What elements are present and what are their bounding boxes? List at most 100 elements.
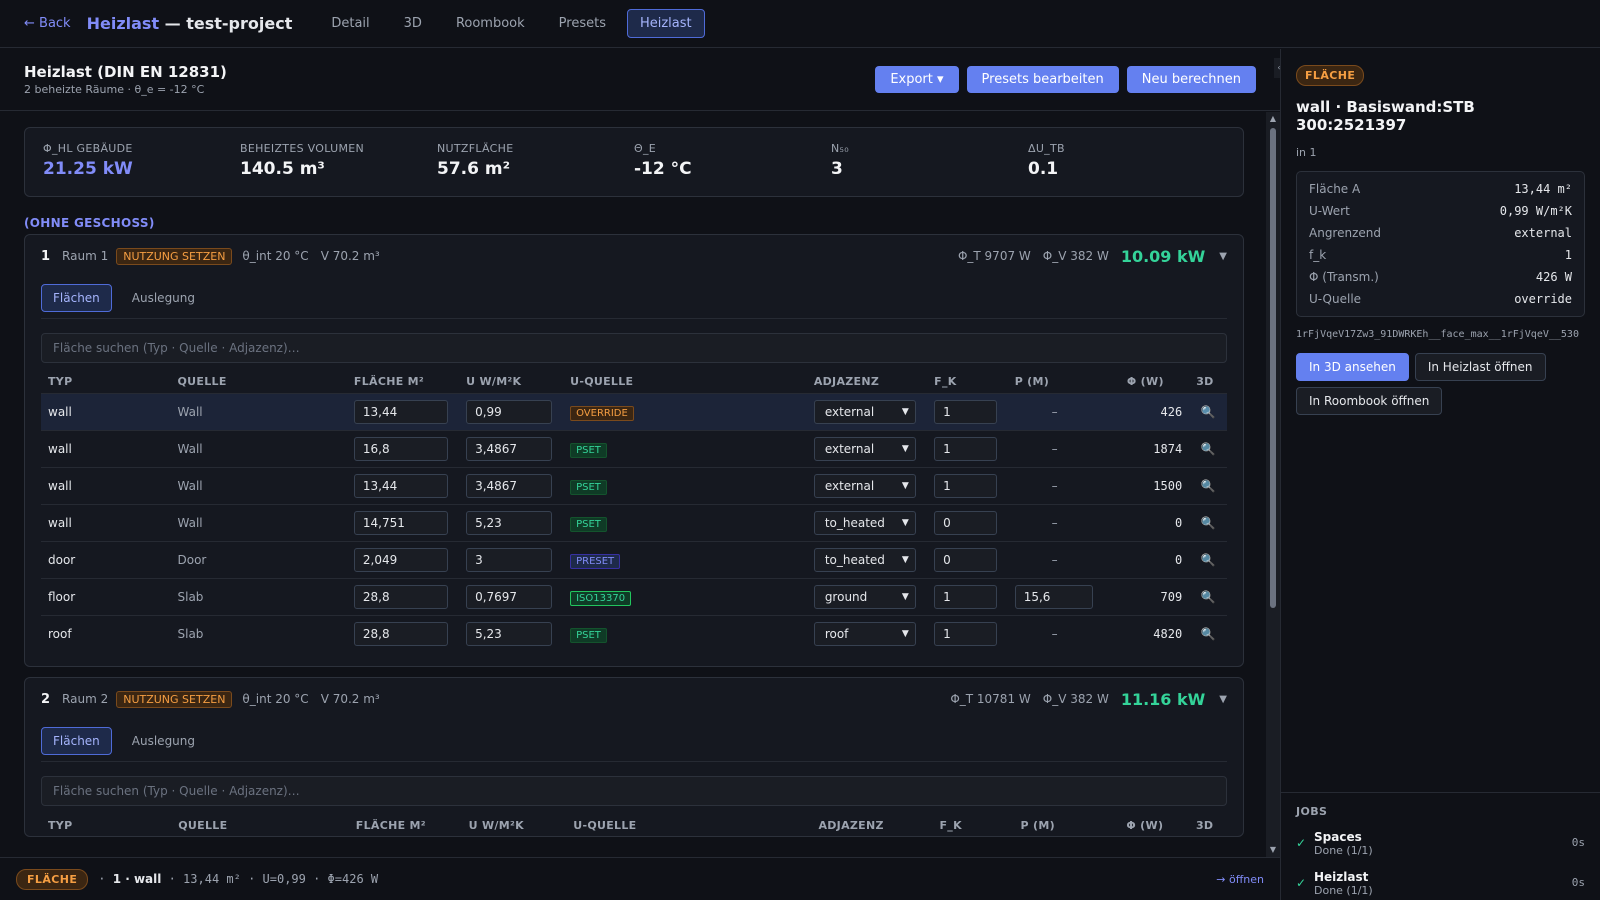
content-scroll[interactable]: Φ_HL GEBÄUDE 21.25 kW BEHEIZTES VOLUMEN 14…: [0, 112, 1268, 857]
area-input[interactable]: 13,44: [353, 473, 448, 498]
u-value-input[interactable]: 5,23: [466, 510, 553, 535]
perimeter-input[interactable]: 15,6: [1014, 584, 1093, 609]
table-row[interactable]: door Door 2,049 3 PRESET to_heated ▼ 0–0 🔍: [41, 540, 1227, 578]
tab-detail[interactable]: Detail: [318, 9, 382, 38]
tab-flaechen[interactable]: Flächen: [41, 726, 112, 755]
search-icon[interactable]: 🔍: [1189, 429, 1227, 467]
adjacency-select[interactable]: external ▼: [813, 473, 916, 498]
fk-input[interactable]: 1: [934, 473, 998, 498]
cell-adjazenz: external ▼: [806, 466, 928, 504]
room-header[interactable]: 2 Raum 2 NUTZUNG SETZEN θ_int 20 °C V 70…: [41, 678, 1227, 720]
room-tabs: Flächen Auslegung: [41, 720, 1227, 762]
tab-heizlast[interactable]: Heizlast: [626, 9, 705, 38]
table-row[interactable]: floor Slab 28,8 0,7697 ISO13370 ground ▼ 1 15,6 7…: [41, 577, 1227, 615]
search-icon[interactable]: 🔍: [1189, 466, 1227, 504]
cell-u: 3: [459, 540, 564, 578]
u-value-input[interactable]: 3,4867: [466, 473, 553, 498]
cell-fk: 1: [927, 429, 1008, 467]
area-input[interactable]: 28,8: [353, 621, 448, 646]
surface-search-input[interactable]: Fläche suchen (Typ · Quelle · Adjazenz)…: [41, 333, 1227, 363]
adjacency-select[interactable]: external ▼: [813, 399, 916, 424]
check-icon: ✓: [1296, 876, 1307, 890]
room-volume: V 70.2 m³: [320, 249, 380, 263]
tab-flaechen[interactable]: Flächen: [41, 283, 112, 312]
room-theta: θ_int 20 °C: [242, 692, 309, 706]
set-usage-badge[interactable]: NUTZUNG SETZEN: [116, 690, 233, 708]
stat-theta-e: Θ_E -12 °C: [634, 142, 831, 182]
fk-input[interactable]: 1: [934, 436, 998, 461]
search-icon[interactable]: 🔍: [1189, 503, 1227, 541]
surface-search-input[interactable]: Fläche suchen (Typ · Quelle · Adjazenz)…: [41, 776, 1227, 806]
table-row[interactable]: roof Slab 28,8 5,23 PSET roof ▼ 1–4820 🔍: [41, 614, 1227, 652]
room-header[interactable]: 1 Raum 1 NUTZUNG SETZEN θ_int 20 °C V 70…: [41, 235, 1227, 277]
area-input[interactable]: 2,049: [353, 547, 448, 572]
search-icon[interactable]: 🔍: [1189, 392, 1227, 430]
search-icon[interactable]: 🔍: [1189, 614, 1227, 652]
chevron-down-icon[interactable]: ▼: [1219, 251, 1227, 262]
u-value-input[interactable]: 3,4867: [466, 436, 553, 461]
set-usage-badge[interactable]: NUTZUNG SETZEN: [116, 247, 233, 265]
fk-input[interactable]: 1: [934, 584, 998, 609]
col-typ: TYP: [48, 375, 73, 389]
edit-presets-button[interactable]: Presets bearbeiten: [966, 66, 1119, 93]
table-row[interactable]: wall Wall 13,44 3,4867 PSET external ▼ 1–1500 🔍: [41, 466, 1227, 504]
open-in-roombook-button[interactable]: In Roombook öffnen: [1296, 387, 1443, 415]
area-input[interactable]: 14,751: [353, 510, 448, 535]
fk-input[interactable]: 1: [934, 399, 998, 424]
status-open-link[interactable]: → öffnen: [1216, 873, 1264, 886]
adjacency-select[interactable]: to_heated ▼: [813, 510, 916, 535]
tab-roombook[interactable]: Roombook: [443, 9, 538, 38]
table-row[interactable]: wall Wall 16,8 3,4867 PSET external ▼ 1–1874 🔍: [41, 429, 1227, 467]
job-name: Heizlast: [1314, 869, 1369, 884]
search-icon[interactable]: 🔍: [1189, 540, 1227, 578]
fk-input[interactable]: 0: [934, 510, 998, 535]
u-source-badge: PSET: [570, 442, 607, 458]
prop-value: 0,99 W/m²K: [1499, 204, 1572, 218]
u-value-input[interactable]: 0,99: [466, 399, 553, 424]
cell-phi: 4820: [1101, 614, 1190, 652]
adjacency-select[interactable]: roof ▼: [813, 621, 916, 646]
scroll-up-icon[interactable]: ▲: [1269, 115, 1277, 123]
fk-input[interactable]: 1: [934, 621, 998, 646]
adjacency-select[interactable]: ground ▼: [813, 584, 916, 609]
table-header-row: TYP QUELLE FLÄCHE M² U W/M²K U-QUELLE AD…: [41, 814, 1227, 836]
adjacency-select[interactable]: to_heated ▼: [813, 547, 916, 572]
stat-value: 0.1: [1028, 159, 1059, 179]
stat-value: 140.5 m³: [240, 159, 325, 179]
stat-label: ΔU_TB: [1028, 142, 1065, 155]
view-in-3d-button[interactable]: In 3D ansehen: [1296, 353, 1409, 381]
tab-auslegung[interactable]: Auslegung: [120, 284, 207, 312]
vertical-scrollbar[interactable]: ▲ ▼: [1266, 112, 1280, 857]
scroll-down-icon[interactable]: ▼: [1269, 846, 1277, 854]
status-detail: · 13,44 m² · U=0,99 · Φ=426 W: [161, 872, 379, 886]
prop-row: Φ (Transm.) 426 W: [1309, 266, 1572, 288]
u-value-input[interactable]: 3: [466, 547, 553, 572]
job-item: ✓ Spaces Done (1/1) 0s: [1296, 828, 1585, 858]
adjacency-select[interactable]: external ▼: [813, 436, 916, 461]
u-value-input[interactable]: 5,23: [466, 621, 553, 646]
back-link[interactable]: ← Back: [24, 16, 71, 31]
cell-p: –: [1007, 466, 1102, 504]
area-input[interactable]: 28,8: [353, 584, 448, 609]
col-u-quelle: U-QUELLE: [573, 818, 637, 832]
room-phi-t: Φ_T 9707 W: [957, 249, 1031, 263]
chevron-down-icon[interactable]: ▼: [1219, 694, 1227, 705]
fk-input[interactable]: 0: [934, 547, 998, 572]
recalculate-button[interactable]: Neu berechnen: [1126, 66, 1256, 93]
scrollbar-thumb[interactable]: [1270, 128, 1276, 608]
cell-flaeche: 28,8: [346, 577, 460, 615]
tab-auslegung[interactable]: Auslegung: [120, 727, 207, 755]
u-value-input[interactable]: 0,7697: [466, 584, 553, 609]
export-button[interactable]: Export ▾: [875, 66, 959, 93]
area-input[interactable]: 16,8: [353, 436, 448, 461]
table-row[interactable]: wall Wall 14,751 5,23 PSET to_heated ▼ 0–0 🔍: [41, 503, 1227, 541]
area-input[interactable]: 13,44: [353, 399, 448, 424]
search-icon[interactable]: 🔍: [1189, 577, 1227, 615]
open-in-heizlast-button[interactable]: In Heizlast öffnen: [1414, 353, 1546, 381]
table-row[interactable]: wall Wall 13,44 0,99 OVERRIDE external ▼ 1–426 🔍: [41, 392, 1227, 430]
tab-presets[interactable]: Presets: [546, 9, 619, 38]
job-item: ✓ Heizlast Done (1/1) 0s: [1296, 868, 1585, 898]
cell-adjazenz: ground ▼: [806, 577, 928, 615]
cell-u: 0,99: [459, 392, 564, 430]
tab-3d[interactable]: 3D: [391, 9, 435, 38]
